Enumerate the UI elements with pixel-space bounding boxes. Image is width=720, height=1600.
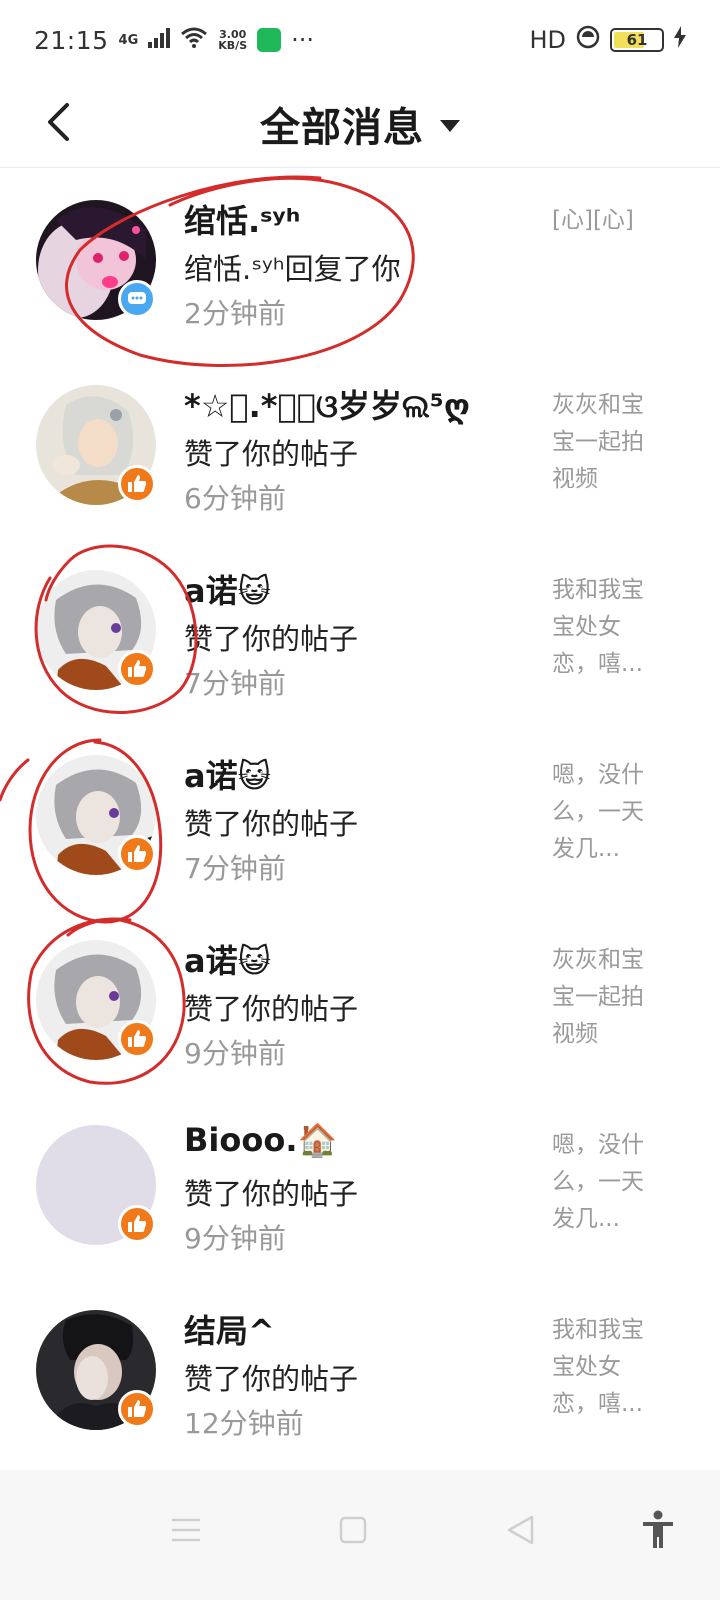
square-home-icon (339, 1516, 367, 1544)
more-notifications: ··· (291, 26, 315, 54)
page-title: 全部消息 (260, 105, 424, 151)
message-time: 7分钟前 (184, 667, 286, 700)
message-item[interactable]: 结局^ 赞了你的帖子 12分钟前 我和我宝宝处女恋，嘻... (0, 1278, 720, 1463)
sender-name: 绾恬.ˢʸʰ (184, 202, 301, 240)
accessibility-button[interactable] (628, 1500, 688, 1560)
thumbs-up-badge-icon (118, 835, 156, 873)
post-preview: 我和我宝宝处女恋，嘻... (552, 1317, 644, 1417)
message-item[interactable]: a诺😺 赞了你的帖子 9分钟前 灰灰和宝宝一起拍视频 (0, 908, 720, 1093)
message-list: 绾恬.ˢʸʰ 绾恬.ˢʸʰ回复了你 2分钟前 [心][心] *☆ﾟ.*･｡ଓ岁岁… (0, 168, 720, 1463)
sender-name: *☆ﾟ.*･｡ଓ岁岁ଲ⁵ღ (184, 387, 470, 425)
thumbs-up-badge-icon (118, 650, 156, 688)
battery-icon: 61 (610, 28, 664, 52)
sender-name: Biooo.🏠 (184, 1121, 338, 1159)
net-speed-unit: KB/S (218, 39, 248, 52)
charging-icon (674, 26, 686, 54)
status-time: 21:15 (34, 25, 109, 55)
message-time: 9分钟前 (184, 1037, 286, 1070)
post-preview: 灰灰和宝宝一起拍视频 (552, 392, 644, 492)
data-saver-icon (576, 25, 600, 55)
title-dropdown[interactable]: 全部消息 (0, 80, 720, 168)
thumbs-up-badge-icon (118, 1020, 156, 1058)
sender-name: a诺😺 (184, 757, 271, 795)
post-preview: [心][心] (552, 207, 634, 233)
caret-down-icon (440, 120, 460, 132)
comment-badge-icon (118, 280, 156, 318)
wifi-icon (180, 26, 208, 54)
message-time: 7分钟前 (184, 852, 286, 885)
system-nav-bar (0, 1470, 720, 1600)
message-item[interactable]: a诺😺 赞了你的帖子 7分钟前 嗯，没什么，一天发几... (0, 723, 720, 908)
sender-name: a诺😺 (184, 942, 271, 980)
message-time: 2分钟前 (184, 297, 286, 330)
accessibility-icon (643, 1510, 673, 1548)
battery-level: 61 (626, 31, 648, 49)
message-item[interactable]: 绾恬.ˢʸʰ 绾恬.ˢʸʰ回复了你 2分钟前 [心][心] (0, 168, 720, 353)
message-action: 赞了你的帖子 (184, 437, 359, 471)
message-action: 赞了你的帖子 (184, 622, 359, 656)
post-preview: 我和我宝宝处女恋，嘻... (552, 577, 644, 677)
hd-label: HD (529, 26, 566, 54)
network-label: 4G (118, 32, 139, 48)
post-preview: 嗯，没什么，一天发几... (552, 1132, 644, 1232)
thumbs-up-badge-icon (118, 465, 156, 503)
thumbs-up-badge-icon (118, 1205, 156, 1243)
signal-icon (148, 26, 171, 54)
message-action: 赞了你的帖子 (184, 1177, 359, 1211)
message-action: 赞了你的帖子 (184, 992, 359, 1026)
sender-name: 结局^ (184, 1312, 275, 1350)
message-item[interactable]: a诺😺 赞了你的帖子 7分钟前 我和我宝宝处女恋，嘻... (0, 538, 720, 723)
thumbs-up-badge-icon (118, 1390, 156, 1428)
home-nav-button[interactable] (323, 1500, 383, 1560)
header: 全部消息 (0, 80, 720, 168)
message-item[interactable]: Biooo.🏠 赞了你的帖子 9分钟前 嗯，没什么，一天发几... (0, 1093, 720, 1278)
message-item[interactable]: *☆ﾟ.*･｡ଓ岁岁ଲ⁵ღ 赞了你的帖子 6分钟前 灰灰和宝宝一起拍视频 (0, 353, 720, 538)
message-time: 12分钟前 (184, 1407, 304, 1440)
post-preview: 嗯，没什么，一天发几... (552, 762, 644, 862)
message-action: 绾恬.ˢʸʰ回复了你 (184, 252, 401, 286)
message-action: 赞了你的帖子 (184, 1362, 359, 1396)
menu-icon (172, 1518, 200, 1542)
net-speed: 3.00 KB/S (218, 29, 247, 51)
message-action: 赞了你的帖子 (184, 807, 359, 841)
back-nav-button[interactable] (490, 1500, 550, 1560)
triangle-back-icon (507, 1515, 534, 1545)
status-bar: 21:15 4G 3.00 KB/S ··· HD 61 (0, 0, 720, 80)
app-notification-icon (257, 28, 282, 52)
post-preview: 灰灰和宝宝一起拍视频 (552, 947, 644, 1047)
message-time: 6分钟前 (184, 482, 286, 515)
sender-name: a诺😺 (184, 572, 271, 610)
menu-nav-button[interactable] (156, 1500, 216, 1560)
message-time: 9分钟前 (184, 1222, 286, 1255)
